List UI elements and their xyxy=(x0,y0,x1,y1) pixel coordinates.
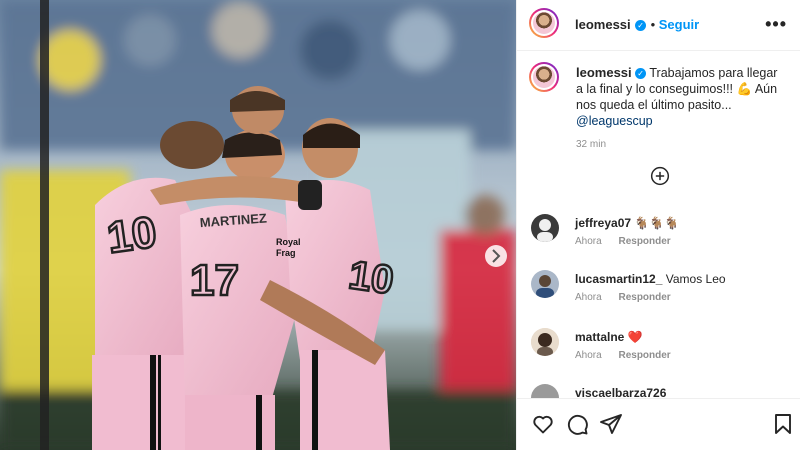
reply-button[interactable]: Responder xyxy=(618,236,670,247)
comment-username[interactable]: jeffreya07 xyxy=(575,216,631,230)
comment-avatar[interactable] xyxy=(531,328,559,356)
post-photo: 10 MARTINEZ 17 Royal Frag 10 xyxy=(0,0,516,450)
comment-meta: Ahora Responder xyxy=(575,236,685,247)
follow-button[interactable]: Seguir xyxy=(659,17,699,32)
jersey-number-right: 10 xyxy=(346,253,396,303)
load-more-comments-icon[interactable] xyxy=(650,166,670,186)
carousel-next-icon[interactable] xyxy=(485,245,507,267)
post-actions-bar xyxy=(517,398,800,451)
team-celebration-image: 10 MARTINEZ 17 Royal Frag 10 xyxy=(0,0,516,450)
comment-time: Ahora xyxy=(575,236,602,247)
comment-line: lucasmartin12_ Vamos Leo xyxy=(575,272,726,286)
comment-username[interactable]: lucasmartin12_ xyxy=(575,272,662,286)
comment-line: viscaelbarza726 xyxy=(575,386,666,398)
reply-button[interactable]: Responder xyxy=(618,292,670,303)
comment-item: mattalne ❤️ Ahora Responder xyxy=(517,328,800,382)
share-icon[interactable] xyxy=(599,412,623,436)
bookmark-icon[interactable] xyxy=(771,412,795,436)
comment-line: jeffreya07 🐐🐐🐐 xyxy=(575,216,679,230)
comment-text: ❤️ xyxy=(627,330,643,344)
caption-time: 32 min xyxy=(576,139,607,150)
post-header: leomessi ✓ • Seguir ••• xyxy=(517,0,800,51)
avatar[interactable] xyxy=(529,8,559,38)
caption-body: leomessi ✓ Trabajamos para llegar a la f… xyxy=(576,65,786,153)
caption-username[interactable]: leomessi xyxy=(576,65,632,80)
comment-meta: Ahora Responder xyxy=(575,292,685,303)
username-link[interactable]: leomessi xyxy=(575,17,631,32)
comment-time: Ahora xyxy=(575,350,602,361)
verified-badge-icon: ✓ xyxy=(635,68,647,79)
comment-meta: Ahora Responder xyxy=(575,350,685,361)
comment-username[interactable]: viscaelbarza726 xyxy=(575,386,666,398)
jersey-sponsor: Royal xyxy=(276,237,301,247)
heart-icon[interactable] xyxy=(531,412,555,436)
comment-avatar[interactable] xyxy=(531,384,559,398)
comment-username[interactable]: mattalne xyxy=(575,330,624,344)
jersey-number-left: 10 xyxy=(104,208,159,263)
jersey-number-middle: 17 xyxy=(190,256,239,305)
more-horizontal-icon[interactable]: ••• xyxy=(765,14,787,35)
separator-dot: • xyxy=(650,17,659,32)
comment-time: Ahora xyxy=(575,292,602,303)
post-side-panel: leomessi ✓ • Seguir ••• leomessi ✓ Traba… xyxy=(516,0,800,451)
header-user: leomessi ✓ • Seguir xyxy=(575,16,699,34)
comment-item: lucasmartin12_ Vamos Leo Ahora Responder xyxy=(517,270,800,324)
caption-avatar[interactable] xyxy=(529,62,559,92)
verified-badge-icon: ✓ xyxy=(635,20,647,31)
comment-line: mattalne ❤️ xyxy=(575,330,643,344)
comment-item: viscaelbarza726 xyxy=(517,384,800,398)
reply-button[interactable]: Responder xyxy=(618,350,670,361)
jersey-sponsor-2: Frag xyxy=(276,248,296,258)
comment-avatar[interactable] xyxy=(531,270,559,298)
comment-icon[interactable] xyxy=(565,412,589,436)
mention-link[interactable]: @leaguescup xyxy=(576,114,653,128)
comment-item: jeffreya07 🐐🐐🐐 Ahora Responder xyxy=(517,214,800,268)
comment-avatar[interactable] xyxy=(531,214,559,242)
comment-text: 🐐🐐🐐 xyxy=(634,216,680,230)
comment-text: Vamos Leo xyxy=(665,272,726,286)
